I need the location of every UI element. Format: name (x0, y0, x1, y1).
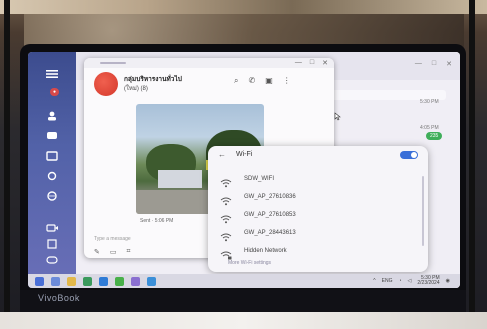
wifi-title: Wi-Fi (236, 151, 253, 158)
wifi-signal-icon (220, 211, 232, 223)
photo-building (158, 170, 202, 188)
message-time: 4:05 PM (420, 125, 439, 131)
top-edge (0, 0, 487, 14)
store-icon[interactable] (131, 276, 140, 286)
bookmark-icon[interactable] (45, 236, 59, 249)
wifi-network-list: SDW_WIFI GW_AP_27610836 GW_AP_27610853 G… (208, 170, 428, 260)
unread-badge: 235 (426, 132, 443, 140)
laptop-brand: VivoBook (38, 293, 80, 303)
wifi-signal-icon (220, 193, 232, 205)
notes-icon[interactable]: ▣ (265, 76, 273, 86)
chat-window-controls: — □ ✕ (295, 59, 328, 67)
chrome-icon[interactable] (83, 276, 92, 286)
start-icon[interactable] (35, 276, 44, 286)
volume-icon[interactable]: ◁ (408, 278, 412, 284)
edge-icon[interactable] (99, 276, 108, 286)
taskbar: ^ ENG ◔ ◁ 5:30 PM 2/23/2024 ◉ (28, 274, 460, 288)
wifi-network-name: SDW_WIFI (244, 176, 274, 182)
wifi-signal-icon (220, 229, 232, 241)
photo-background: ● — □ ✕ 5:30 PM 4:05 PM 235 — □ ✕ กลุ่มบ… (0, 0, 487, 329)
system-tray: ^ ENG ◔ ◁ 5:30 PM 2/23/2024 ◉ (373, 276, 450, 286)
rail-badge: ● (50, 88, 60, 96)
search-icon[interactable]: ⌕ (234, 76, 238, 86)
left-frame-bar (4, 0, 10, 329)
clock[interactable]: 5:30 PM 2/23/2024 (417, 276, 439, 286)
minimize-icon[interactable]: — (415, 60, 422, 68)
back-arrow-icon[interactable]: ← (218, 150, 226, 159)
wifi-panel: ← Wi-Fi SDW_WIFI GW_AP_27610836 GW_AP_27… (208, 146, 428, 272)
contacts-icon[interactable] (45, 148, 59, 161)
chevron-up-icon[interactable]: ^ (373, 278, 375, 284)
wifi-scrollbar[interactable] (422, 176, 424, 246)
chat-icon[interactable] (45, 128, 59, 139)
maximize-icon[interactable]: □ (310, 59, 314, 67)
wifi-network[interactable]: GW_AP_28443613 (208, 224, 428, 242)
minimize-icon[interactable]: — (295, 59, 302, 67)
right-frame-bar (469, 0, 475, 329)
close-icon[interactable]: ✕ (322, 59, 328, 67)
wifi-signal-icon (220, 175, 232, 187)
app-rail: ● (28, 52, 76, 288)
chat-input-tools: ✎ ▭ ⌗ (94, 248, 130, 256)
refresh-icon[interactable] (45, 168, 59, 181)
clock-date: 2/23/2024 (417, 280, 440, 286)
kebab-menu-icon[interactable]: ⋮ (283, 76, 291, 86)
maximize-icon[interactable]: □ (432, 60, 436, 68)
wifi-network[interactable]: Hidden Network (208, 242, 428, 260)
screenshot-icon[interactable]: ⌗ (127, 248, 131, 256)
wifi-tray-icon[interactable]: ◔ (398, 278, 401, 284)
notification-icon[interactable]: ◉ (446, 278, 450, 284)
cloud-icon[interactable] (45, 252, 59, 264)
wifi-network[interactable]: GW_AP_27610853 (208, 206, 428, 224)
phone-icon[interactable]: ✆ (248, 76, 255, 86)
wifi-network-name: Hidden Network (244, 248, 287, 254)
wifi-network-name: GW_AP_27610836 (244, 194, 296, 200)
laptop-screen: ● — □ ✕ 5:30 PM 4:05 PM 235 — □ ✕ กลุ่มบ… (28, 52, 460, 288)
wifi-lock-icon (220, 247, 232, 259)
search-icon[interactable] (51, 276, 60, 286)
background-window-controls: — □ ✕ (415, 60, 452, 68)
photo-caption: Sent · 5:06 PM (140, 218, 174, 224)
mail-icon[interactable] (147, 276, 156, 286)
files-icon[interactable] (67, 276, 76, 286)
group-avatar[interactable] (94, 72, 118, 96)
more-wifi-settings-link[interactable]: More Wi-Fi settings (228, 260, 271, 266)
video-icon[interactable] (45, 220, 59, 232)
mouse-cursor-icon (333, 108, 342, 121)
line-icon[interactable] (115, 276, 124, 286)
chat-subtitle: (ใหม่) (8) (124, 86, 148, 92)
wifi-network-name: GW_AP_28443613 (244, 230, 296, 236)
person-icon[interactable] (45, 108, 59, 121)
wifi-network[interactable]: SDW_WIFI (208, 170, 428, 188)
drag-handle[interactable] (100, 62, 126, 64)
wifi-network-name: GW_AP_27610853 (244, 212, 296, 218)
wifi-toggle[interactable] (400, 151, 418, 159)
language-indicator[interactable]: ENG (382, 278, 393, 284)
message-time: 5:30 PM (420, 99, 439, 105)
more-icon[interactable] (45, 188, 59, 201)
file-icon[interactable]: ▭ (110, 248, 117, 256)
laptop-bezel (20, 290, 466, 314)
desk-surface (0, 312, 487, 329)
chat-toolbar: ⌕ ✆ ▣ ⋮ (234, 76, 291, 86)
wifi-network[interactable]: GW_AP_27610836 (208, 188, 428, 206)
background-blur (24, 14, 464, 48)
close-icon[interactable]: ✕ (446, 60, 452, 68)
attach-icon[interactable]: ✎ (94, 248, 100, 256)
menu-icon[interactable] (45, 66, 59, 78)
